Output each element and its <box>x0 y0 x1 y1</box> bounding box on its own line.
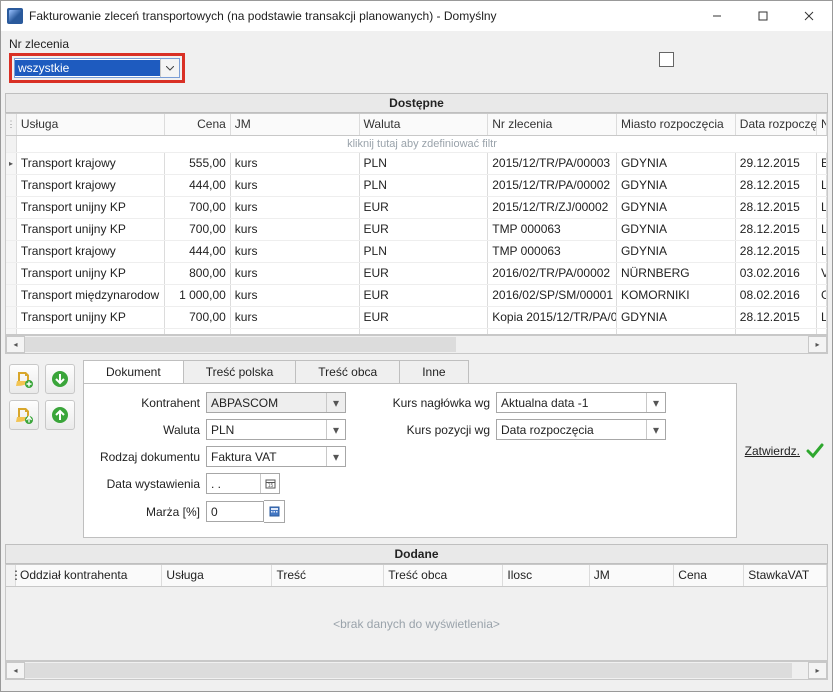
table-row[interactable]: Transport krajowy444,00kursPLNKopia 2015… <box>6 329 827 334</box>
col-jm2[interactable]: JM <box>590 565 675 586</box>
marza-input[interactable]: 0 <box>206 501 264 522</box>
order-number-dropdown[interactable]: wszystkie <box>14 58 180 78</box>
scroll-left-icon[interactable]: ◂ <box>6 662 25 679</box>
added-scrollbar[interactable]: ◂ ▸ <box>5 661 828 680</box>
app-icon <box>7 8 23 24</box>
col-cena2[interactable]: Cena <box>674 565 744 586</box>
row-marker <box>6 263 17 284</box>
col-tresc-obca[interactable]: Treść obca <box>384 565 503 586</box>
row-marker <box>6 175 17 196</box>
tab-tresc-obca[interactable]: Treść obca <box>295 360 400 383</box>
remove-document-button[interactable] <box>9 400 39 430</box>
available-section-header: Dostępne <box>5 93 828 113</box>
available-grid: ⋮ Usługa Cena JM Waluta Nr zlecenia Mias… <box>5 113 828 335</box>
kontrahent-dropdown[interactable]: ABPASCOM▾ <box>206 392 346 413</box>
col-tresc[interactable]: Treść <box>272 565 384 586</box>
chevron-down-icon <box>160 59 179 77</box>
move-up-button[interactable] <box>45 400 75 430</box>
move-down-button[interactable] <box>45 364 75 394</box>
empty-placeholder: <brak danych do wyświetlenia> <box>6 587 827 660</box>
chevron-down-icon: ▾ <box>646 393 665 412</box>
col-stawka-vat[interactable]: StawkaVAT <box>744 565 827 586</box>
table-row[interactable]: Transport unijny KP700,00kursEURTMP 0000… <box>6 219 827 241</box>
window-minimize-button[interactable] <box>694 1 740 31</box>
tab-dokument[interactable]: Dokument <box>83 360 184 383</box>
col-miasto[interactable]: Miasto rozpoczęcia <box>617 114 736 135</box>
kurs-pozycji-dropdown[interactable]: Data rozpoczęcia▾ <box>496 419 666 440</box>
order-number-value: wszystkie <box>15 60 160 76</box>
table-row[interactable]: Transport międzynarodow1 000,00kursEUR20… <box>6 285 827 307</box>
check-icon <box>806 442 824 460</box>
col-extra[interactable]: N <box>817 114 827 135</box>
chevron-down-icon: ▾ <box>646 420 665 439</box>
window-close-button[interactable] <box>786 1 832 31</box>
col-nrzlecenia[interactable]: Nr zlecenia <box>488 114 617 135</box>
kontrahent-label: Kontrahent <box>96 396 200 410</box>
column-chooser-icon[interactable]: ⋮ <box>6 565 16 586</box>
row-marker <box>6 307 17 328</box>
table-row[interactable]: Transport unijny KP800,00kursEUR2016/02/… <box>6 263 827 285</box>
window-maximize-button[interactable] <box>740 1 786 31</box>
col-data[interactable]: Data rozpoczęcia <box>736 114 817 135</box>
filter-hint[interactable]: kliknij tutaj aby zdefiniować filtr <box>17 136 827 152</box>
col-waluta[interactable]: Waluta <box>360 114 489 135</box>
scroll-left-icon[interactable]: ◂ <box>6 336 25 353</box>
chevron-down-icon: ▾ <box>326 393 345 412</box>
row-marker <box>6 241 17 262</box>
waluta-dropdown[interactable]: PLN▾ <box>206 419 346 440</box>
scroll-right-icon[interactable]: ▸ <box>808 336 827 353</box>
row-marker <box>6 219 17 240</box>
row-marker <box>6 197 17 218</box>
calculator-icon[interactable] <box>264 500 285 523</box>
window-title: Fakturowanie zleceń transportowych (na p… <box>29 9 694 23</box>
kurs-poz-label: Kurs pozycji wg <box>386 423 490 437</box>
col-ilosc[interactable]: Ilosc <box>503 565 589 586</box>
row-marker <box>6 285 17 306</box>
add-document-button[interactable] <box>9 364 39 394</box>
added-grid: ⋮ Oddział kontrahenta Usługa Treść Treść… <box>5 564 828 661</box>
svg-text:15: 15 <box>267 483 273 489</box>
col-usluga2[interactable]: Usługa <box>162 565 272 586</box>
data-label: Data wystawienia <box>96 477 200 491</box>
rodzaj-label: Rodzaj dokumentu <box>96 450 200 464</box>
table-row[interactable]: Transport krajowy444,00kursPLNTMP 000063… <box>6 241 827 263</box>
table-row[interactable]: Transport unijny KP700,00kursEURKopia 20… <box>6 307 827 329</box>
table-row[interactable]: Transport unijny KP700,00kursEUR2015/12/… <box>6 197 827 219</box>
col-oddzial[interactable]: Oddział kontrahenta <box>16 565 162 586</box>
approve-button[interactable]: Zatwierdz. <box>745 360 824 538</box>
col-usluga[interactable]: Usługa <box>17 114 166 135</box>
title-bar: Fakturowanie zleceń transportowych (na p… <box>1 1 832 31</box>
col-cena[interactable]: Cena <box>165 114 230 135</box>
order-number-label: Nr zlecenia <box>9 37 824 51</box>
table-row[interactable]: Transport krajowy555,00kursPLN2015/12/TR… <box>6 153 827 175</box>
chevron-down-icon: ▾ <box>326 447 345 466</box>
order-number-highlight: wszystkie <box>9 53 185 83</box>
chevron-down-icon: ▾ <box>326 420 345 439</box>
table-row[interactable]: Transport krajowy444,00kursPLN2015/12/TR… <box>6 175 827 197</box>
marza-label: Marża [%] <box>96 505 200 519</box>
row-marker <box>6 153 17 174</box>
col-jm[interactable]: JM <box>231 114 360 135</box>
kurs-nag-label: Kurs nagłówka wg <box>386 396 490 410</box>
scroll-right-icon[interactable]: ▸ <box>808 662 827 679</box>
kurs-naglowka-dropdown[interactable]: Aktualna data -1▾ <box>496 392 666 413</box>
row-marker <box>6 329 17 334</box>
column-chooser-icon[interactable]: ⋮ <box>6 114 17 135</box>
data-wystawienia-picker[interactable]: . .15 <box>206 473 280 494</box>
calendar-icon: 15 <box>260 474 279 493</box>
added-section-header: Dodane <box>5 544 828 564</box>
rodzaj-dropdown[interactable]: Faktura VAT▾ <box>206 446 346 467</box>
filter-checkbox[interactable] <box>659 52 674 67</box>
available-scrollbar[interactable]: ◂ ▸ <box>5 335 828 354</box>
tab-tresc-polska[interactable]: Treść polska <box>183 360 297 383</box>
waluta-label: Waluta <box>96 423 200 437</box>
tab-inne[interactable]: Inne <box>399 360 468 383</box>
